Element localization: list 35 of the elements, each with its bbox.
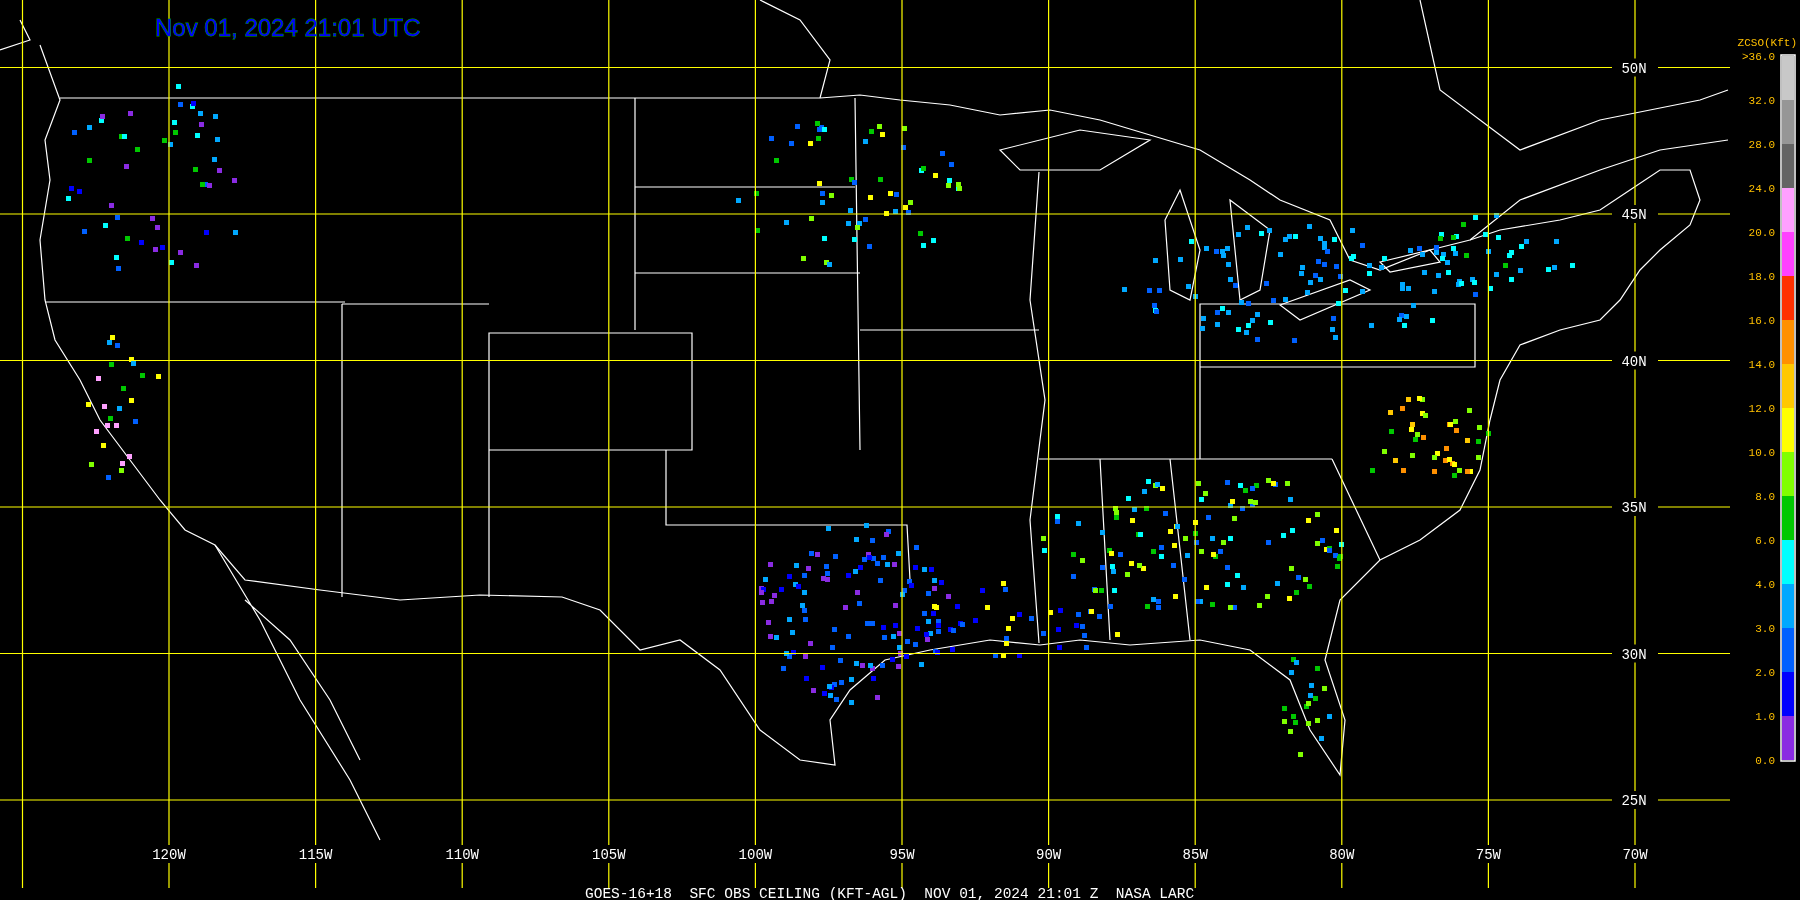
legend-label: 18.0: [1748, 271, 1775, 283]
latitude-label: 40N: [1621, 353, 1647, 370]
longitude-label: 75W: [1475, 847, 1501, 863]
legend-label: 28.0: [1748, 139, 1775, 151]
longitude-label: 110W: [445, 847, 479, 863]
legend-label: 16.0: [1748, 315, 1775, 327]
legend-label: 20.0: [1748, 227, 1775, 239]
legend-label: 0.0: [1755, 755, 1775, 767]
longitude-label: 100W: [738, 847, 773, 863]
longitude-label: 115W: [298, 847, 333, 863]
legend-label: 10.0: [1748, 447, 1775, 459]
legend-label: 12.0: [1748, 403, 1775, 415]
longitude-label: 105W: [592, 847, 626, 863]
legend-label: 1.0: [1755, 711, 1775, 723]
legend-label: 6.0: [1755, 535, 1775, 547]
latitude-label: 35N: [1621, 500, 1647, 516]
legend-label: 14.0: [1748, 359, 1775, 371]
legend-label: 2.0: [1755, 667, 1775, 679]
longitude-label: 120W: [152, 847, 186, 863]
latitude-label: 50N: [1621, 60, 1647, 77]
longitude-label: 90W: [1036, 847, 1062, 863]
legend-label: 3.0: [1755, 623, 1775, 635]
legend-title: ZCSO(Kft): [1737, 37, 1797, 49]
latitude-label: 45N: [1621, 207, 1647, 223]
legend-label: 8.0: [1755, 491, 1775, 503]
legend-label: >36.0: [1742, 51, 1775, 63]
legend-label: 24.0: [1748, 183, 1775, 195]
longitude-label: 70W: [1622, 847, 1648, 863]
latitude-label: 30N: [1621, 646, 1647, 663]
latitude-label: 25N: [1621, 793, 1647, 809]
legend-label: 32.0: [1748, 95, 1775, 107]
legend-label: 4.0: [1755, 579, 1775, 591]
longitude-label: 80W: [1329, 847, 1355, 863]
longitude-label: 85W: [1182, 847, 1208, 863]
longitude-label: 95W: [889, 847, 915, 863]
